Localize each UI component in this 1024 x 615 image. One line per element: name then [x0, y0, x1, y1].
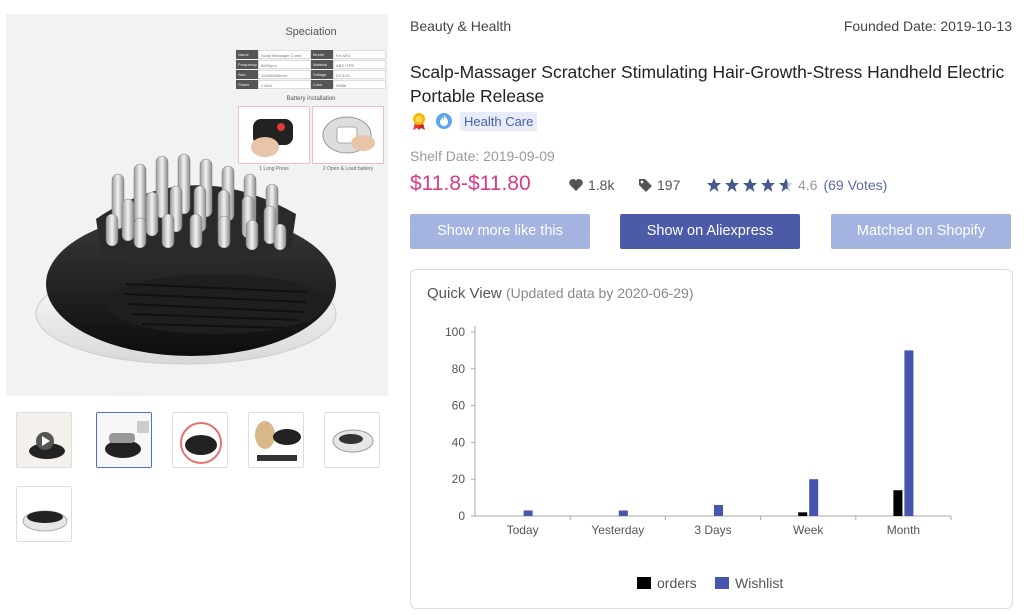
spec-value: White — [333, 80, 386, 89]
shelf-date: Shelf Date: 2019-09-09 — [410, 148, 555, 164]
star-icon — [725, 178, 739, 192]
hot-flame-icon — [436, 113, 452, 129]
spec-key: Voltage — [311, 70, 333, 79]
y-tick-label: 80 — [452, 362, 466, 376]
hand-press-icon — [251, 119, 293, 157]
spec-key: Frequency — [236, 60, 258, 69]
wishlist-bar — [809, 479, 819, 516]
founded-date: Founded Date: 2019-10-13 — [843, 18, 1012, 34]
specs-thumbnail-icon — [97, 413, 151, 467]
star-icon — [707, 178, 721, 192]
x-tick-label: Yesterday — [591, 523, 644, 537]
battery-step-image — [238, 106, 310, 164]
x-tick-label: Today — [507, 523, 539, 537]
spec-key: Color — [311, 80, 333, 89]
heart-icon — [569, 179, 583, 191]
votes-count[interactable]: (69 Votes) — [823, 177, 887, 193]
x-tick-label: 3 Days — [694, 523, 731, 537]
spec-key: Material — [311, 60, 333, 69]
thumbnail-white[interactable] — [324, 412, 380, 468]
legend-swatch — [637, 577, 651, 589]
wishlist-bar — [904, 350, 914, 516]
thumbnail-video[interactable] — [16, 412, 72, 468]
rating-value: 4.6 — [798, 177, 818, 193]
side-view-thumbnail-icon — [17, 487, 71, 541]
spec-value: ABS+TPE — [333, 60, 386, 69]
price-range: $11.8-$11.80 — [410, 172, 531, 195]
spec-key: Power — [236, 80, 258, 89]
battery-step-caption: 2 Open & Load battery — [322, 166, 374, 172]
thumbnail-specs[interactable] — [96, 412, 152, 468]
star-icon — [743, 178, 757, 192]
quick-view-panel: Quick View (Updated data by 2020-06-29) … — [410, 269, 1013, 609]
product-title: Scalp-Massager Scratcher Stimulating Hai… — [410, 62, 1005, 106]
x-tick-label: Week — [793, 523, 824, 537]
thumbnail-side[interactable] — [16, 486, 72, 542]
badge-row: Health Care — [410, 111, 538, 131]
spec-title: Speciation — [285, 26, 337, 38]
x-tick-label: Month — [887, 523, 920, 537]
y-tick-label: 0 — [458, 509, 465, 523]
thumbnail-closeup[interactable] — [172, 412, 228, 468]
likes-value: 1.8k — [588, 177, 615, 193]
star-icon — [761, 178, 775, 192]
show-on-aliexpress-button[interactable]: Show on Aliexpress — [620, 214, 800, 249]
orders-bar — [798, 512, 808, 516]
spec-value: KH-M01 — [333, 50, 386, 59]
orders-count: 197 — [637, 177, 680, 193]
spec-value: DC3.0V — [333, 70, 386, 79]
thumbnail-usage[interactable] — [248, 412, 304, 468]
wishlist-bar — [523, 510, 533, 516]
matched-on-shopify-button[interactable]: Matched on Shopify — [831, 214, 1011, 249]
y-tick-label: 20 — [452, 472, 466, 486]
y-tick-label: 100 — [445, 325, 465, 339]
wishlist-bar — [714, 504, 723, 516]
orders-bar — [893, 490, 903, 516]
category-label: Beauty & Health — [410, 18, 512, 34]
y-tick-label: 60 — [452, 399, 466, 413]
spec-key: Size — [236, 70, 258, 79]
battery-step-caption: 1 Long Press — [259, 166, 289, 172]
spec-value: 110x80x60mm — [258, 70, 311, 79]
spec-table: Name Scalp Massager Comb Model KH-M01 Fr… — [236, 50, 386, 90]
spec-key: Name — [236, 50, 258, 59]
spec-row: Power 2 AAA Color White — [236, 80, 386, 89]
star-icon — [779, 178, 793, 192]
orders-value: 197 — [657, 177, 681, 193]
tag-icon — [639, 179, 652, 192]
battery-open-icon — [322, 116, 375, 154]
wishlist-bar — [618, 510, 628, 516]
category-tag[interactable]: Health Care — [460, 111, 538, 131]
spec-key: Model — [311, 50, 333, 59]
y-tick-label: 40 — [452, 435, 466, 449]
battery-title: Battery installation — [286, 96, 336, 102]
legend-swatch — [715, 577, 729, 589]
spec-row: Name Scalp Massager Comb Model KH-M01 — [236, 50, 386, 59]
battery-step-image — [312, 106, 384, 164]
spec-row: Size 110x80x60mm Voltage DC3.0V — [236, 70, 386, 79]
video-thumbnail-icon — [17, 413, 71, 467]
spec-value: 2 AAA — [258, 80, 311, 89]
legend-label: Wishlist — [735, 575, 783, 591]
white-massager-thumbnail-icon — [325, 413, 379, 467]
spec-value: Scalp Massager Comb — [258, 50, 311, 59]
spec-card: Speciation Name Scalp Massager Comb Mode… — [236, 20, 386, 180]
rating: 4.6 (69 Votes) — [706, 177, 887, 193]
main-product-image[interactable]: Speciation Name Scalp Massager Comb Mode… — [6, 14, 388, 396]
spec-value: 8000rpm — [258, 60, 311, 69]
closeup-thumbnail-icon — [173, 413, 227, 467]
medal-icon — [413, 113, 425, 130]
spec-row: Frequency 8000rpm Material ABS+TPE — [236, 60, 386, 69]
show-more-like-this-button[interactable]: Show more like this — [410, 214, 590, 249]
usage-thumbnail-icon — [249, 413, 303, 467]
star-rating — [706, 177, 794, 193]
likes-count: 1.8k — [568, 177, 614, 193]
quick-view-chart: 0 20 40 60 80 100 Today Yesterday 3 Days Week Mont… — [445, 325, 952, 591]
legend-label: orders — [657, 575, 697, 591]
